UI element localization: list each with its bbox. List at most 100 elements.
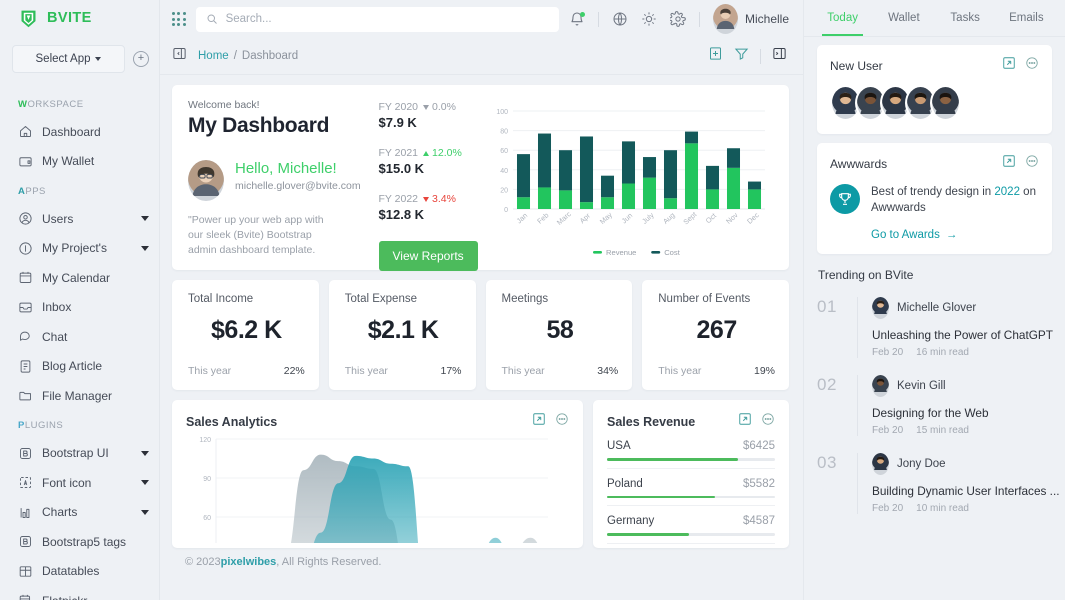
more-circle-icon[interactable] [761,412,775,431]
plus-circle-icon[interactable]: + [133,50,149,67]
footer-copyright: © 2023 [185,556,221,568]
fiscal-year-item: FY 2022 3.4% $12.8 K [379,193,479,222]
sidebar-item-chat[interactable]: Chat [0,322,159,352]
expand-icon[interactable] [738,412,752,431]
sidebar-item-label: Datatables [42,564,100,579]
breadcrumb-home[interactable]: Home [198,50,229,62]
view-reports-button[interactable]: View Reports [378,241,478,271]
user-menu[interactable]: Michelle [712,4,789,34]
filter-funnel-icon[interactable] [734,46,749,66]
panel-collapse-icon[interactable] [172,46,187,66]
sidebar-item-flatpickr[interactable]: Flatpickr [0,586,159,600]
bell-icon[interactable] [569,11,585,27]
chevron-down-icon[interactable] [141,216,149,222]
list-item[interactable]: 01 Michelle Glover Unleashing the Power of… [817,290,1053,368]
tab-emails[interactable]: Emails [996,0,1057,36]
select-app-label: Select App [35,52,91,65]
brand-logo[interactable]: BVITE [0,0,159,37]
expand-icon[interactable] [1002,56,1016,75]
sales-analytics-card: Sales Analytics 60 90 120 [172,400,583,548]
footer-brand[interactable]: pixelwibes [221,556,277,568]
chevron-down-icon[interactable] [141,509,149,515]
welcome-card: Welcome back! My Dashboard Hello, Michel… [172,85,789,271]
stat-card: Meetings 58 This year 34% [485,280,633,390]
stat-percent: 17% [440,365,462,377]
search-placeholder: Search... [225,13,272,25]
sidebar-item-users[interactable]: Users [0,204,159,234]
article-icon [18,359,33,374]
list-item[interactable]: 02 Kevin Gill Designing for the Web Feb 20 1… [817,368,1052,446]
sidebar-nav: WORKSPACE Dashboard My Wallet APPS Users My P… [0,79,159,600]
panel-toggle-icon[interactable] [772,46,787,66]
more-circle-icon[interactable] [1025,154,1039,173]
gear-icon[interactable] [669,11,686,27]
stat-value: 267 [696,316,738,344]
avatar[interactable] [930,85,961,121]
sidebar-item-inbox[interactable]: Inbox [0,292,159,322]
sidebar-item-datatables[interactable]: Datatables [0,556,159,586]
sidebar-item-my-calendar[interactable]: My Calendar [0,263,159,293]
trending-title: Trending on BVite [818,268,914,282]
divider [698,11,700,27]
awwwards-text: Best of trendy design in 2022 on Awwward… [871,184,1039,216]
more-circle-icon[interactable] [555,412,569,431]
trending-title-text[interactable]: Designing for the Web [872,406,1052,420]
tab-wallet[interactable]: Wallet [873,0,934,36]
globe-icon[interactable] [612,11,628,27]
sidebar-item-font-icon[interactable]: Font icon [0,468,159,498]
folder-icon [18,388,33,403]
breadcrumb-current: Dashboard [241,50,299,62]
card-actions [738,412,775,431]
fy-value: $12.8 K [378,207,425,222]
sidebar-item-label: My Calendar [42,270,111,285]
sun-icon[interactable] [641,11,657,27]
trending-title-text[interactable]: Building Dynamic User Interfaces ... [872,484,1060,498]
card-title: Sales Analytics [186,414,278,429]
sidebar-item-charts[interactable]: Charts [0,497,159,527]
add-box-icon[interactable] [708,46,723,66]
breadcrumb-separator: / [233,50,237,62]
sidebar-item-file-manager[interactable]: File Manager [0,381,159,411]
revenue-amount: $5582 [743,477,775,490]
sidebar-item-label: My Project's [42,241,107,256]
chevron-down-icon[interactable] [141,245,149,251]
fiscal-year-item: FY 2020 0.0% $7.9 K [379,101,479,130]
apps-grid-icon[interactable] [172,12,186,26]
tab-tasks[interactable]: Tasks [935,0,996,36]
sidebar-item-blog-article[interactable]: Blog Article [0,351,159,381]
dashboard-root: BVITE Select App + WORKSPACE Dashboard My … [0,0,1065,600]
trend-arrow-icon [423,150,430,156]
expand-icon[interactable] [532,412,546,431]
page-title: My Dashboard [188,114,330,137]
stat-value: $6.2 K [211,316,282,344]
footer: © 2023 pixelwibes , All Rights Reserved. [172,548,789,576]
sidebar-item-bootstrap-ui[interactable]: Bootstrap UI [0,438,159,468]
stat-card: Number of Events 267 This year 19% [642,280,789,390]
select-app-dropdown[interactable]: Select App [12,44,125,73]
list-item[interactable]: 03 Jony Doe Building Dynamic User Interfac… [817,446,1060,524]
revenue-progress [607,458,775,461]
sidebar-item-bootstrap5-tags[interactable]: Bootstrap5 tags [0,527,159,557]
welcome-quote: "Power up your web app with our sleek (B… [188,214,324,256]
search-input[interactable]: Search... [195,6,559,32]
go-to-awards-link[interactable]: Go to Awards → [871,229,1039,241]
more-circle-icon[interactable] [1025,56,1039,75]
card-title: Awwwards [830,156,888,171]
chevron-down-icon[interactable] [141,450,149,456]
stat-period: This year [658,365,702,377]
expand-icon[interactable] [1002,154,1016,173]
sidebar-item-my-project-s[interactable]: My Project's [0,233,159,263]
arrow-right-icon: → [945,229,958,241]
divider [760,48,761,64]
tab-today[interactable]: Today [812,0,873,36]
sidebar-item-my-wallet[interactable]: My Wallet [0,146,159,176]
trending-title-text[interactable]: Unleashing the Power of ChatGPT [872,328,1053,342]
stat-value: 58 [546,316,574,344]
awwwards-year: 2022 [994,186,1020,198]
svg-text:Revenue: Revenue [606,248,636,257]
chevron-down-icon[interactable] [141,480,149,486]
stat-value: $2.1 K [367,316,439,344]
sidebar-item-dashboard[interactable]: Dashboard [0,117,159,147]
sidebar-item-label: Users [42,211,74,226]
breadcrumb: Home / Dashboard [198,50,298,62]
